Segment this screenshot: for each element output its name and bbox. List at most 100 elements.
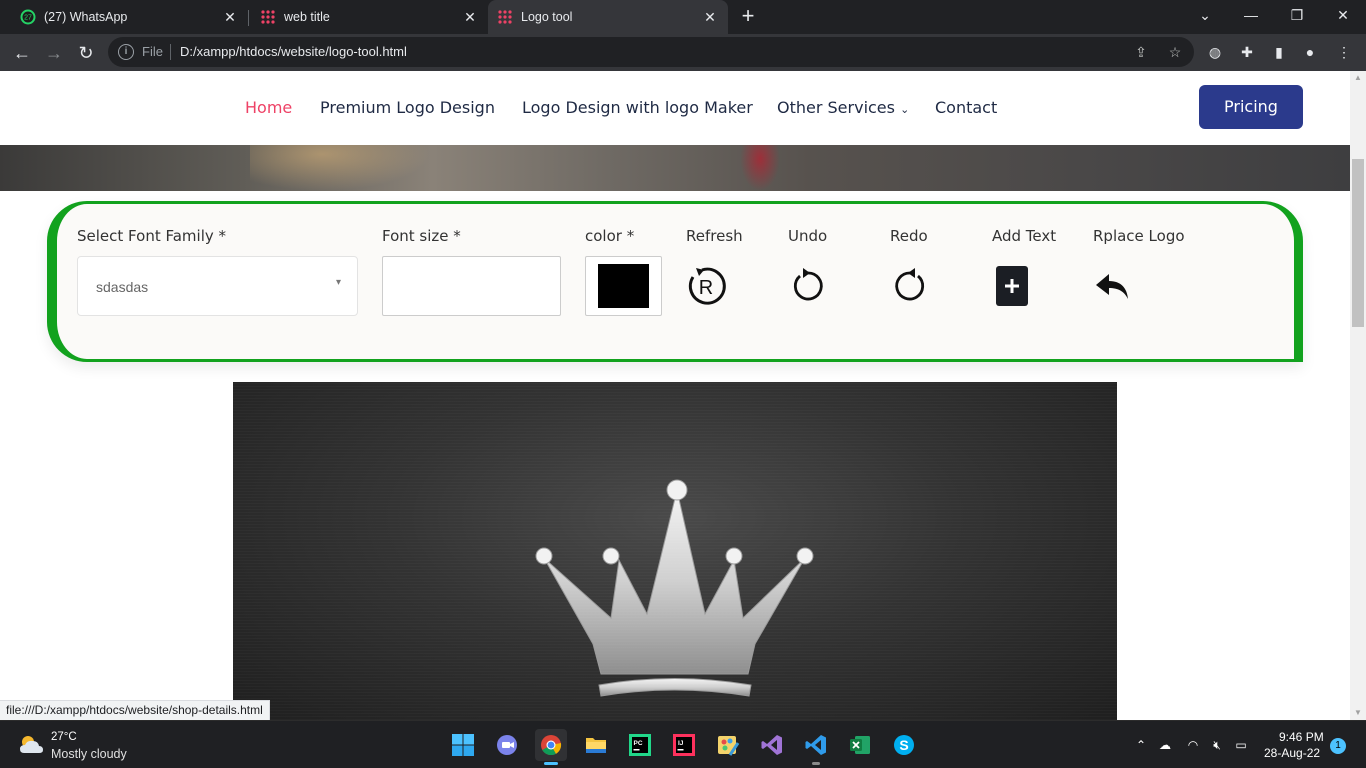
chevron-down-icon: ⌄ <box>900 103 910 116</box>
browser-tab-bar: 27 (27) WhatsApp ✕ web title ✕ Logo tool… <box>0 0 1366 34</box>
share-icon[interactable]: ⇪ <box>1132 43 1150 61</box>
nav-contact[interactable]: Contact <box>935 98 997 117</box>
font-size-label: Font size * <box>382 227 461 245</box>
tab-logo-tool[interactable]: Logo tool ✕ <box>488 0 728 34</box>
font-family-value: sdasdas <box>96 279 149 295</box>
volume-muted-icon[interactable]: 🔇︎ <box>1208 737 1226 753</box>
close-tab-icon[interactable]: ✕ <box>462 9 478 25</box>
svg-text:IJ: IJ <box>678 740 684 747</box>
color-picker[interactable] <box>585 256 662 316</box>
hero-banner-strip <box>0 145 1350 191</box>
restore-button[interactable]: ❐ <box>1274 0 1320 34</box>
close-tab-icon[interactable]: ✕ <box>702 9 718 25</box>
nav-premium-logo-design[interactable]: Premium Logo Design <box>320 98 495 117</box>
file-explorer-icon[interactable] <box>580 729 612 761</box>
font-size-input[interactable] <box>382 256 561 316</box>
visual-studio-icon[interactable] <box>756 729 788 761</box>
link-status-bubble: file:///D:/xampp/htdocs/website/shop-det… <box>0 700 270 720</box>
scroll-down-arrow-icon[interactable]: ▼ <box>1350 706 1366 720</box>
hero-paint-splash <box>250 145 430 191</box>
replace-logo-label: Rplace Logo <box>1093 227 1185 245</box>
reload-button[interactable]: ↻ <box>72 39 100 67</box>
refresh-r-icon[interactable]: R <box>684 264 728 308</box>
nav-home[interactable]: Home <box>245 98 292 117</box>
extensions-puzzle-icon[interactable]: ✚ <box>1237 42 1257 62</box>
tab-web-title[interactable]: web title ✕ <box>240 0 488 34</box>
menu-kebab-icon[interactable]: ⋮ <box>1334 42 1354 62</box>
tab-search-chevron-icon[interactable]: ⌄ <box>1182 0 1228 34</box>
teams-chat-icon[interactable] <box>491 729 523 761</box>
color-label: color * <box>585 227 635 245</box>
svg-text:27: 27 <box>24 15 32 22</box>
whatsapp-icon: 27 <box>20 9 36 25</box>
windows-taskbar: 27°C Mostly cloudy PC IJ S ⌃ ☁ ◠ 🔇︎ ▭ 9:… <box>0 720 1366 768</box>
refresh-label: Refresh <box>686 227 743 245</box>
logo-tool-panel: Select Font Family * sdasdas ▾ Font size… <box>47 201 1303 362</box>
minimize-button[interactable]: — <box>1228 0 1274 34</box>
nav-logo-maker[interactable]: Logo Design with logo Maker <box>522 98 753 117</box>
bookmark-star-icon[interactable]: ☆ <box>1166 43 1184 61</box>
crown-logo <box>535 479 814 697</box>
font-family-label: Select Font Family * <box>77 227 227 245</box>
site-navbar: Home Premium Logo Design Logo Design wit… <box>0 71 1350 145</box>
redo-label: Redo <box>890 227 928 245</box>
scrollbar-thumb[interactable] <box>1352 159 1364 327</box>
font-family-select[interactable]: sdasdas ▾ <box>77 256 358 316</box>
running-indicator <box>812 762 820 765</box>
onedrive-cloud-icon[interactable]: ☁ <box>1156 737 1174 753</box>
excel-icon[interactable] <box>844 729 876 761</box>
info-icon[interactable]: i <box>118 44 134 60</box>
color-swatch <box>598 264 649 308</box>
pycharm-icon[interactable]: PC <box>624 729 656 761</box>
notification-badge[interactable]: 1 <box>1330 738 1346 754</box>
add-text-label: Add Text <box>992 227 1057 245</box>
omnibox-divider <box>170 44 171 60</box>
undo-icon[interactable] <box>786 264 830 308</box>
clock-date[interactable]: 28-Aug-22 <box>1264 746 1320 760</box>
intellij-icon[interactable]: IJ <box>668 729 700 761</box>
svg-text:PC: PC <box>634 740 643 747</box>
page-scrollbar[interactable]: ▲ ▼ <box>1350 71 1366 720</box>
address-bar[interactable]: i File D:/xampp/htdocs/website/logo-tool… <box>108 37 1194 67</box>
weather-temperature: 27°C <box>51 731 77 743</box>
paint-icon[interactable] <box>712 729 744 761</box>
reply-arrow-icon[interactable] <box>1090 264 1134 308</box>
scheme-label: File <box>142 44 163 59</box>
chrome-icon[interactable] <box>535 729 567 765</box>
plus-square-icon[interactable] <box>990 264 1034 308</box>
svg-text:S: S <box>899 737 908 753</box>
vscode-icon[interactable] <box>800 729 832 765</box>
skype-icon[interactable]: S <box>888 729 920 761</box>
running-indicator <box>544 762 558 765</box>
battery-icon[interactable]: ▭ <box>1232 737 1250 753</box>
hero-paint-splash <box>740 145 780 191</box>
chevron-down-icon: ▾ <box>335 277 341 288</box>
undo-label: Undo <box>788 227 828 245</box>
forward-button[interactable]: → <box>40 39 68 67</box>
side-panel-icon[interactable]: ▮ <box>1269 42 1289 62</box>
chevron-up-icon[interactable]: ⌃ <box>1132 737 1150 753</box>
dots-grid-icon <box>261 10 275 24</box>
web-page: Home Premium Logo Design Logo Design wit… <box>0 71 1366 720</box>
scroll-up-arrow-icon[interactable]: ▲ <box>1350 71 1366 85</box>
close-tab-icon[interactable]: ✕ <box>222 9 238 25</box>
back-button[interactable]: ← <box>8 39 36 67</box>
tab-title: Logo tool <box>521 10 573 24</box>
browser-toolbar: ← → ↻ i File D:/xampp/htdocs/website/log… <box>0 34 1366 71</box>
nav-other-services-label: Other Services <box>777 98 895 117</box>
url-text[interactable]: D:/xampp/htdocs/website/logo-tool.html <box>180 44 407 59</box>
logo-canvas[interactable] <box>233 382 1117 720</box>
tab-whatsapp[interactable]: 27 (27) WhatsApp ✕ <box>0 0 248 34</box>
new-tab-button[interactable]: + <box>736 5 760 29</box>
globe-extension-icon[interactable]: ◍ <box>1205 42 1225 62</box>
clock-time[interactable]: 9:46 PM <box>1279 730 1324 744</box>
weather-description: Mostly cloudy <box>51 747 127 761</box>
pricing-button[interactable]: Pricing <box>1199 85 1303 129</box>
wifi-icon[interactable]: ◠ <box>1184 737 1202 753</box>
profile-avatar-icon[interactable]: ● <box>1300 42 1320 62</box>
dots-grid-icon <box>498 10 512 24</box>
nav-other-services[interactable]: Other Services ⌄ <box>777 98 909 117</box>
close-window-button[interactable]: ✕ <box>1320 0 1366 34</box>
windows-start-icon[interactable] <box>447 729 479 761</box>
redo-icon[interactable] <box>888 264 932 308</box>
